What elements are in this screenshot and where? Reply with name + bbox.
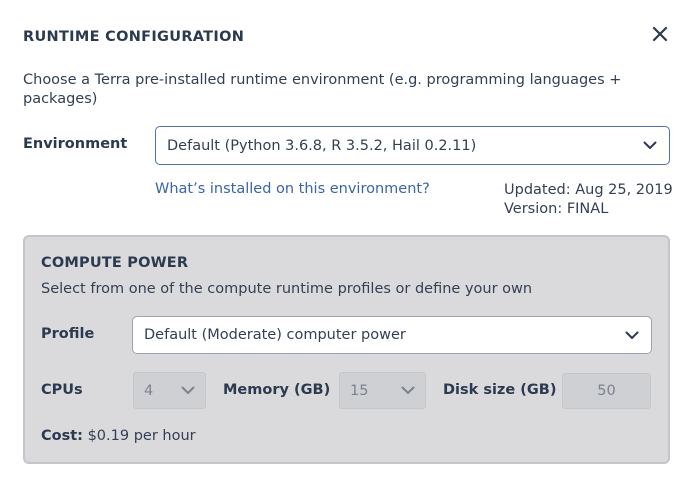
cost-line: Cost: $0.19 per hour [41,428,196,444]
close-button[interactable] [648,22,672,46]
cpus-label: CPUs [41,382,83,398]
cpus-select-value: 4 [144,382,154,399]
memory-select[interactable]: 15 [339,372,426,409]
disk-size-label: Disk size (GB) [443,382,557,398]
cost-label: Cost: [41,428,83,444]
compute-power-subtitle: Select from one of the compute runtime p… [41,281,533,297]
profile-select[interactable]: Default (Moderate) computer power [132,316,652,354]
disk-size-input[interactable]: 50 [562,373,651,409]
dialog-title: RUNTIME CONFIGURATION [23,29,245,45]
environment-meta: Updated: Aug 25, 2019 Version: FINAL [504,181,673,219]
disk-size-value: 50 [597,383,616,399]
cost-value: $0.19 per hour [87,428,196,444]
dialog-description: Choose a Terra pre-installed runtime env… [23,72,622,107]
chevron-down-icon [643,141,657,149]
close-icon [652,26,668,42]
environment-select[interactable]: Default (Python 3.6.8, R 3.5.2, Hail 0.2… [155,126,670,165]
environment-select-value: Default (Python 3.6.8, R 3.5.2, Hail 0.2… [167,137,477,154]
updated-date: Updated: Aug 25, 2019 [504,182,673,198]
memory-label: Memory (GB) [223,382,331,398]
whats-installed-link[interactable]: What’s installed on this environment? [155,181,430,197]
chevron-down-icon [625,331,639,339]
environment-label: Environment [23,136,128,152]
environment-version: Version: FINAL [504,201,609,217]
chevron-down-icon [181,386,195,394]
profile-select-value: Default (Moderate) computer power [144,327,406,343]
compute-power-title: COMPUTE POWER [41,255,189,271]
memory-select-value: 15 [350,382,369,399]
cpus-select[interactable]: 4 [133,372,206,409]
chevron-down-icon [401,386,415,394]
profile-label: Profile [41,326,95,342]
